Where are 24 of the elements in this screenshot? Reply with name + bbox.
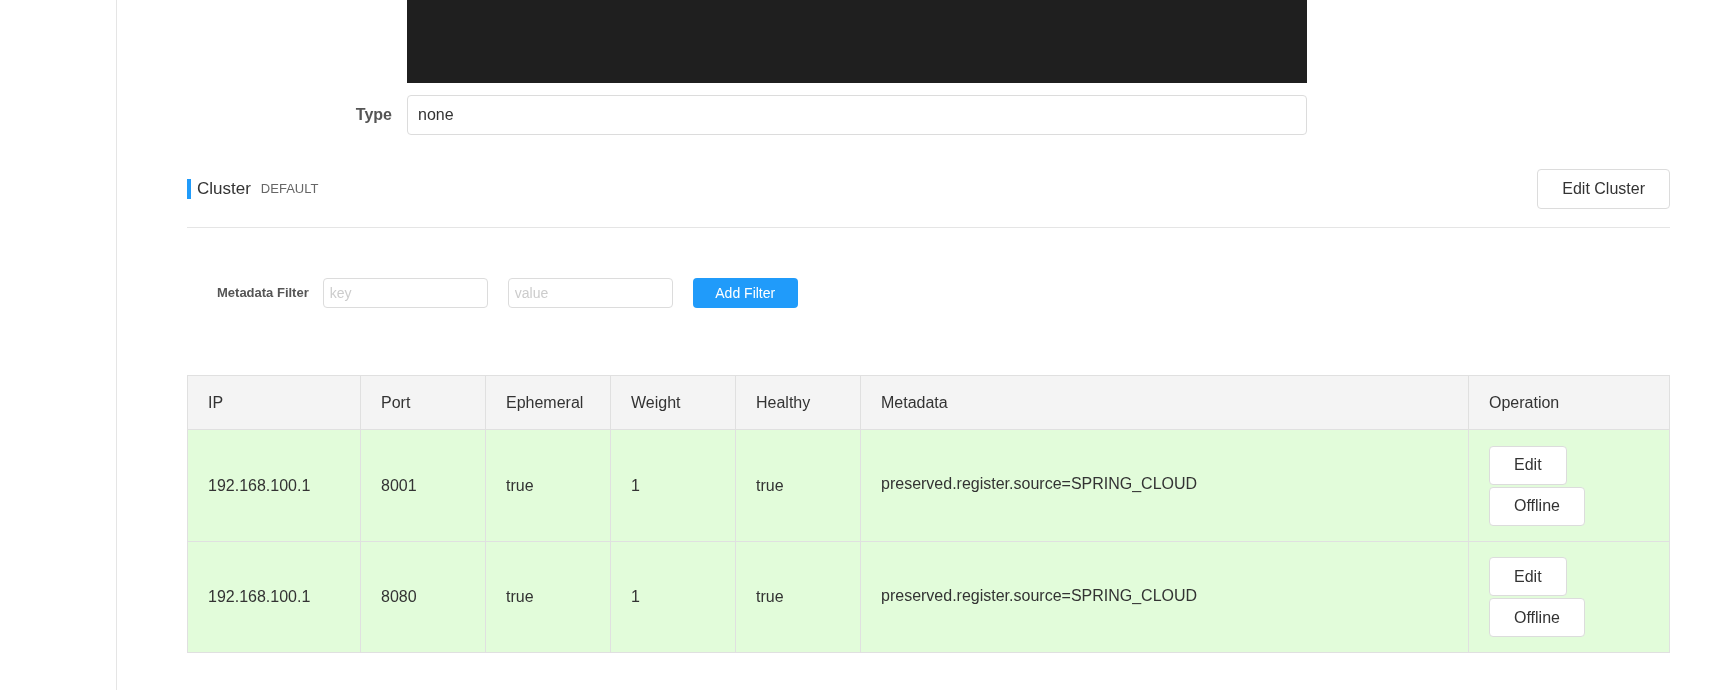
column-header: Healthy xyxy=(736,376,861,429)
table-cell: true xyxy=(486,542,611,652)
table-cell: true xyxy=(736,542,861,652)
metadata-filter-label: Metadata Filter xyxy=(217,284,309,303)
column-header: Operation xyxy=(1488,392,1561,413)
table-cell: 8080 xyxy=(361,542,486,652)
section-marker xyxy=(187,179,191,199)
column-header: Weight xyxy=(611,376,736,429)
type-field[interactable]: none xyxy=(407,95,1307,135)
column-header: Port xyxy=(361,376,486,429)
cluster-title: Cluster xyxy=(197,178,251,201)
edit-button[interactable]: Edit xyxy=(1489,557,1567,596)
column-header: Metadata xyxy=(861,376,1469,429)
cluster-name: DEFAULT xyxy=(260,180,319,199)
edit-cluster-button[interactable]: Edit Cluster xyxy=(1537,169,1670,209)
offline-button[interactable]: Offline xyxy=(1489,598,1585,637)
table-cell: 192.168.100.1 xyxy=(188,542,361,652)
column-header: IP xyxy=(188,376,361,429)
offline-button[interactable]: Offline xyxy=(1489,486,1585,526)
table-cell: 1 xyxy=(611,542,736,652)
edit-button[interactable]: Edit xyxy=(1489,445,1567,485)
type-label: Type xyxy=(354,105,393,125)
table-cell: preserved.register.source=SPRING_CLOUD xyxy=(861,542,1469,652)
column-header: Ephemeral xyxy=(486,376,611,429)
